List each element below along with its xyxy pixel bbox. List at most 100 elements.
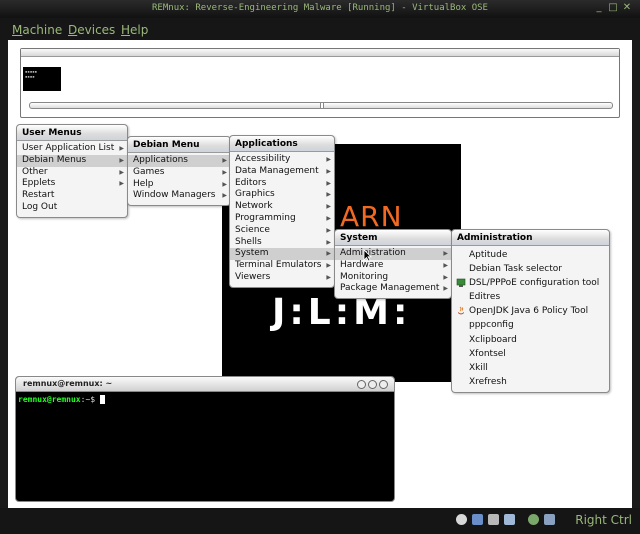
- menu-item-network[interactable]: Network ▶: [230, 201, 334, 213]
- menu-item-data-management[interactable]: Data Management ▶: [230, 166, 334, 178]
- menu-item-games[interactable]: Games ▶: [128, 167, 230, 179]
- menu-item-terminal-emulators[interactable]: Terminal Emulators ▶: [230, 260, 334, 272]
- mouse-integration-icon[interactable]: [528, 514, 539, 525]
- display-icon[interactable]: [544, 514, 555, 525]
- submenu-arrow-icon: ▶: [222, 168, 227, 176]
- menu-item-debian-menus[interactable]: Debian Menus ▶: [17, 154, 127, 167]
- panel-handle[interactable]: [21, 49, 619, 57]
- system-menu: System Administration ▶ Hardware ▶ Monitor…: [334, 229, 452, 300]
- guest-display[interactable]: ▪▪▪▪▪ ▪▪▪▪ ARN J:L:M: User Menus User App…: [8, 40, 632, 508]
- submenu-arrow-icon: ▶: [222, 192, 227, 200]
- menu-item-system[interactable]: System ▶: [230, 248, 334, 261]
- menu-item-window-managers[interactable]: Window Managers ▶: [128, 190, 230, 202]
- menu-item-label: Xfontsel: [469, 348, 506, 359]
- menu-item-label: Restart: [22, 190, 55, 201]
- menu-item-label: Other: [22, 166, 48, 177]
- terminal-body[interactable]: remnux@remnux:~$: [16, 392, 394, 407]
- terminal-close-button[interactable]: [379, 380, 388, 389]
- menu-item-dsl-pppoe[interactable]: DSL/PPPoE configuration tool: [452, 276, 609, 290]
- menu-item-label: Xkill: [469, 362, 488, 373]
- submenu-arrow-icon: ▶: [326, 238, 331, 246]
- submenu-arrow-icon: ▶: [326, 167, 331, 175]
- menu-item-monitoring[interactable]: Monitoring ▶: [335, 272, 451, 284]
- pager-divider[interactable]: [320, 103, 324, 108]
- submenu-arrow-icon: ▶: [443, 273, 448, 281]
- menu-item-administration[interactable]: Administration ▶: [335, 248, 451, 260]
- menu-items: Applications ▶ Games ▶ Help ▶ Window Manage…: [128, 153, 230, 205]
- menu-item-label: System: [235, 248, 269, 259]
- menu-item-viewers[interactable]: Viewers ▶: [230, 272, 334, 284]
- terminal-maximize-button[interactable]: [368, 380, 377, 389]
- menu-item-aptitude[interactable]: Aptitude: [452, 248, 609, 262]
- menu-item-label: Xrefresh: [469, 376, 507, 387]
- vbox-titlebar[interactable]: REMnux: Reverse-Engineering Malware [Run…: [0, 0, 640, 18]
- menu-item-applications[interactable]: Applications ▶: [128, 155, 230, 167]
- menu-item-log-out[interactable]: Log Out: [17, 202, 127, 214]
- menu-item-help[interactable]: Help ▶: [128, 179, 230, 191]
- menu-machine[interactable]: Machine: [12, 23, 62, 37]
- mnemonic: H: [121, 23, 131, 37]
- menu-item-xclipboard[interactable]: Xclipboard: [452, 333, 609, 347]
- menu-item-openjdk-policy-tool[interactable]: OpenJDK Java 6 Policy Tool: [452, 304, 609, 318]
- menu-title: Applications: [230, 136, 334, 152]
- java-icon: [458, 307, 464, 315]
- menu-items: Administration ▶ Hardware ▶ Monitoring ▶ Pa…: [335, 246, 451, 298]
- shared-folder-icon[interactable]: [504, 514, 515, 525]
- menu-label: elp: [130, 23, 149, 37]
- terminal-titlebar[interactable]: remnux@remnux: ~: [16, 377, 394, 392]
- desktop-thumbnail[interactable]: ▪▪▪▪▪ ▪▪▪▪: [23, 67, 61, 91]
- submenu-arrow-icon: ▶: [443, 261, 448, 269]
- menu-item-xfontsel[interactable]: Xfontsel: [452, 347, 609, 361]
- submenu-arrow-icon: ▶: [443, 285, 448, 293]
- submenu-arrow-icon: ▶: [326, 203, 331, 211]
- menu-item-package-management[interactable]: Package Management ▶: [335, 283, 451, 295]
- menu-item-editres[interactable]: Editres: [452, 290, 609, 304]
- menu-item-programming[interactable]: Programming ▶: [230, 213, 334, 225]
- menu-item-label: Window Managers: [133, 190, 216, 201]
- menu-item-pppconfig[interactable]: pppconfig: [452, 318, 609, 332]
- menu-item-label: Log Out: [22, 201, 58, 212]
- usb-icon[interactable]: [488, 514, 499, 525]
- menu-item-label: OpenJDK Java 6 Policy Tool: [469, 306, 589, 317]
- desktop-pager-bar[interactable]: [29, 102, 613, 109]
- menu-item-shells[interactable]: Shells ▶: [230, 237, 334, 249]
- submenu-arrow-icon: ▶: [326, 214, 331, 222]
- mouse-pointer-icon: [363, 249, 372, 262]
- menu-item-debian-task-selector[interactable]: Debian Task selector: [452, 262, 609, 276]
- vbox-statusbar: Right Ctrl: [0, 508, 640, 534]
- menu-item-label: Xclipboard: [469, 334, 517, 345]
- maximize-button[interactable]: □: [608, 3, 618, 13]
- menu-devices[interactable]: Devices: [68, 23, 115, 37]
- menu-item-user-application-list[interactable]: User Application List ▶: [17, 143, 127, 155]
- menu-item-xrefresh[interactable]: Xrefresh: [452, 375, 609, 389]
- menu-item-restart[interactable]: Restart: [17, 190, 127, 202]
- menu-title: Debian Menu: [128, 137, 230, 153]
- minimize-button[interactable]: _: [594, 3, 604, 13]
- administration-menu: Administration Aptitude Debian Task sele…: [451, 229, 610, 393]
- submenu-arrow-icon: ▶: [326, 156, 331, 163]
- mnemonic: D: [68, 23, 78, 37]
- menu-item-label: pppconfig: [469, 320, 514, 331]
- hdd-icon[interactable]: [456, 514, 467, 525]
- menu-item-graphics[interactable]: Graphics ▶: [230, 189, 334, 201]
- menu-item-xkill[interactable]: Xkill: [452, 361, 609, 375]
- menu-help[interactable]: Help: [121, 23, 148, 37]
- menu-item-label: Package Management: [340, 283, 440, 294]
- menu-item-other[interactable]: Other ▶: [17, 167, 127, 179]
- menu-item-label: Data Management: [235, 165, 319, 176]
- menu-item-epplets[interactable]: Epplets ▶: [17, 178, 127, 190]
- network-icon[interactable]: [472, 514, 483, 525]
- menu-item-label: Help: [133, 178, 154, 189]
- close-button[interactable]: ✕: [622, 3, 632, 13]
- terminal-window[interactable]: remnux@remnux: ~ remnux@remnux:~$: [15, 376, 395, 502]
- menu-item-label: Editors: [235, 177, 267, 188]
- menu-item-label: DSL/PPPoE configuration tool: [469, 278, 600, 289]
- terminal-minimize-button[interactable]: [357, 380, 366, 389]
- menu-item-editors[interactable]: Editors ▶: [230, 178, 334, 190]
- menu-item-label: Games: [133, 166, 165, 177]
- menu-item-label: Applications: [133, 155, 188, 165]
- menu-item-accessibility[interactable]: Accessibility ▶: [230, 154, 334, 166]
- menu-item-hardware[interactable]: Hardware ▶: [335, 260, 451, 272]
- submenu-arrow-icon: ▶: [326, 226, 331, 234]
- menu-item-science[interactable]: Science ▶: [230, 225, 334, 237]
